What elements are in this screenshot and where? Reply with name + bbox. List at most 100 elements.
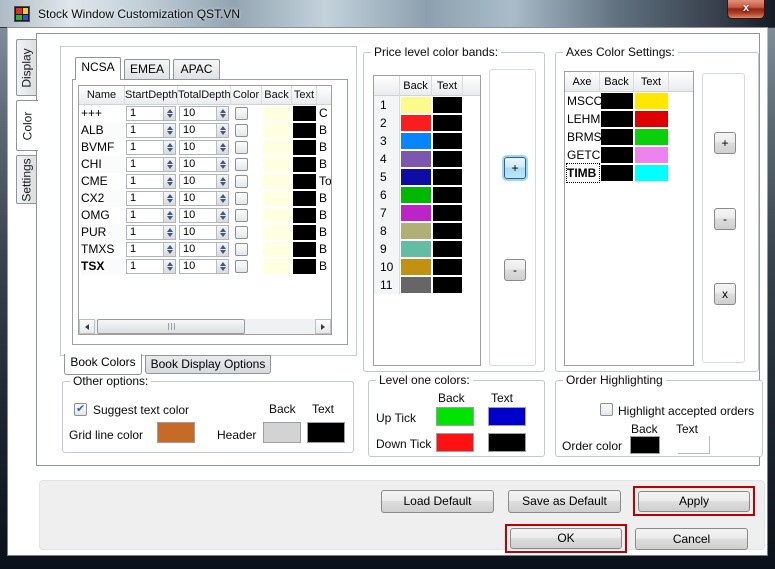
band-text-cell[interactable] [433, 169, 462, 185]
table-row[interactable]: CX2110B [79, 190, 331, 207]
axe-text-cell[interactable] [635, 129, 668, 145]
color-checkbox[interactable] [235, 192, 248, 205]
up-tick-back-swatch[interactable] [436, 407, 474, 426]
band-text-cell[interactable] [433, 187, 462, 203]
suggest-text-color-checkbox[interactable] [74, 403, 87, 416]
color-checkbox[interactable] [235, 209, 248, 222]
band-text-cell[interactable] [433, 241, 462, 257]
price-band-row[interactable]: 3 [374, 132, 480, 150]
col-header-text[interactable]: Text [292, 86, 317, 105]
text-color-cell[interactable] [293, 157, 316, 172]
scrollbar-thumb[interactable] [97, 319, 245, 334]
tab-settings[interactable]: Settings [16, 155, 37, 204]
axes-row[interactable]: TIMB [565, 164, 693, 182]
band-back-cell[interactable] [401, 151, 431, 167]
back-color-cell[interactable] [263, 174, 291, 189]
total-depth-spinner[interactable]: 10 [179, 174, 229, 189]
band-back-cell[interactable] [401, 241, 431, 257]
back-color-cell[interactable] [263, 259, 291, 274]
back-color-cell[interactable] [263, 157, 291, 172]
band-back-cell[interactable] [401, 187, 431, 203]
axes-row[interactable]: GETC [565, 146, 693, 164]
band-text-cell[interactable] [433, 97, 462, 113]
col-header-startdepth[interactable]: StartDepth [125, 86, 178, 105]
axe-back-cell[interactable] [601, 147, 633, 163]
axe-text-cell[interactable] [635, 147, 668, 163]
axes-add-button[interactable]: + [714, 132, 736, 154]
axe-name[interactable]: LEHM [567, 110, 599, 128]
back-color-cell[interactable] [263, 242, 291, 257]
table-row[interactable]: TSX110B [79, 258, 331, 275]
highlight-accepted-orders-checkbox[interactable] [600, 403, 613, 416]
load-default-button[interactable]: Load Default [381, 490, 494, 513]
apply-button[interactable]: Apply [638, 491, 750, 512]
total-depth-spinner[interactable]: 10 [179, 225, 229, 240]
text-color-cell[interactable] [293, 123, 316, 138]
close-button[interactable]: x [727, 0, 765, 19]
total-depth-spinner[interactable]: 10 [179, 157, 229, 172]
order-text-swatch[interactable] [678, 436, 710, 454]
table-row[interactable]: ALB110B [79, 122, 331, 139]
band-back-cell[interactable] [401, 259, 431, 275]
price-band-row[interactable]: 9 [374, 240, 480, 258]
row-name[interactable]: +++ [81, 105, 125, 122]
band-text-cell[interactable] [433, 151, 462, 167]
axes-row[interactable]: LEHM [565, 110, 693, 128]
total-depth-spinner[interactable]: 10 [179, 208, 229, 223]
band-back-cell[interactable] [401, 133, 431, 149]
row-name[interactable]: CME [81, 173, 125, 190]
start-depth-spinner[interactable]: 1 [126, 191, 176, 206]
text-color-cell[interactable] [293, 242, 316, 257]
band-text-cell[interactable] [433, 223, 462, 239]
back-color-cell[interactable] [263, 123, 291, 138]
grid-line-color-swatch[interactable] [157, 422, 195, 443]
row-name[interactable]: PUR [81, 224, 125, 241]
band-text-cell[interactable] [433, 205, 462, 221]
total-depth-spinner[interactable]: 10 [179, 123, 229, 138]
axes-row[interactable]: MSCO [565, 92, 693, 110]
total-depth-spinner[interactable]: 10 [179, 106, 229, 121]
start-depth-spinner[interactable]: 1 [126, 259, 176, 274]
col-header-totaldepth[interactable]: TotalDepth [178, 86, 231, 105]
axe-back-cell[interactable] [601, 111, 633, 127]
table-row[interactable]: CME110To [79, 173, 331, 190]
axe-name[interactable]: MSCO [567, 92, 599, 110]
axes-row[interactable]: BRMS [565, 128, 693, 146]
price-band-row[interactable]: 11 [374, 276, 480, 294]
horizontal-scrollbar[interactable] [79, 319, 331, 334]
scroll-right-button[interactable] [315, 319, 331, 334]
price-band-row[interactable]: 5 [374, 168, 480, 186]
color-checkbox[interactable] [235, 158, 248, 171]
start-depth-spinner[interactable]: 1 [126, 242, 176, 257]
tab-display[interactable]: Display [16, 39, 37, 96]
table-row[interactable]: CHI110B [79, 156, 331, 173]
text-color-cell[interactable] [293, 259, 316, 274]
tab-ncsa[interactable]: NCSA [75, 57, 121, 80]
text-color-cell[interactable] [293, 225, 316, 240]
up-tick-text-swatch[interactable] [488, 407, 526, 426]
start-depth-spinner[interactable]: 1 [126, 174, 176, 189]
band-text-cell[interactable] [433, 133, 462, 149]
down-tick-text-swatch[interactable] [488, 433, 526, 452]
scroll-left-button[interactable] [79, 319, 95, 334]
axe-back-cell[interactable] [601, 129, 633, 145]
axe-back-cell[interactable] [601, 165, 633, 181]
band-text-cell[interactable] [433, 115, 462, 131]
axe-back-cell[interactable] [601, 93, 633, 109]
tab-color[interactable]: Color [16, 100, 38, 151]
table-row[interactable]: OMG110B [79, 207, 331, 224]
axe-name[interactable]: GETC [567, 146, 599, 164]
row-name[interactable]: OMG [81, 207, 125, 224]
start-depth-spinner[interactable]: 1 [126, 123, 176, 138]
band-back-cell[interactable] [401, 115, 431, 131]
total-depth-spinner[interactable]: 10 [179, 242, 229, 257]
band-text-cell[interactable] [433, 277, 462, 293]
ok-button[interactable]: OK [510, 528, 622, 549]
color-checkbox[interactable] [235, 124, 248, 137]
save-as-default-button[interactable]: Save as Default [508, 490, 621, 513]
tab-apac[interactable]: APAC [173, 59, 220, 80]
down-tick-back-swatch[interactable] [436, 433, 474, 452]
tab-book-display-options[interactable]: Book Display Options [145, 355, 271, 374]
tab-book-colors[interactable]: Book Colors [64, 354, 142, 375]
price-band-remove-button[interactable]: - [504, 259, 526, 281]
